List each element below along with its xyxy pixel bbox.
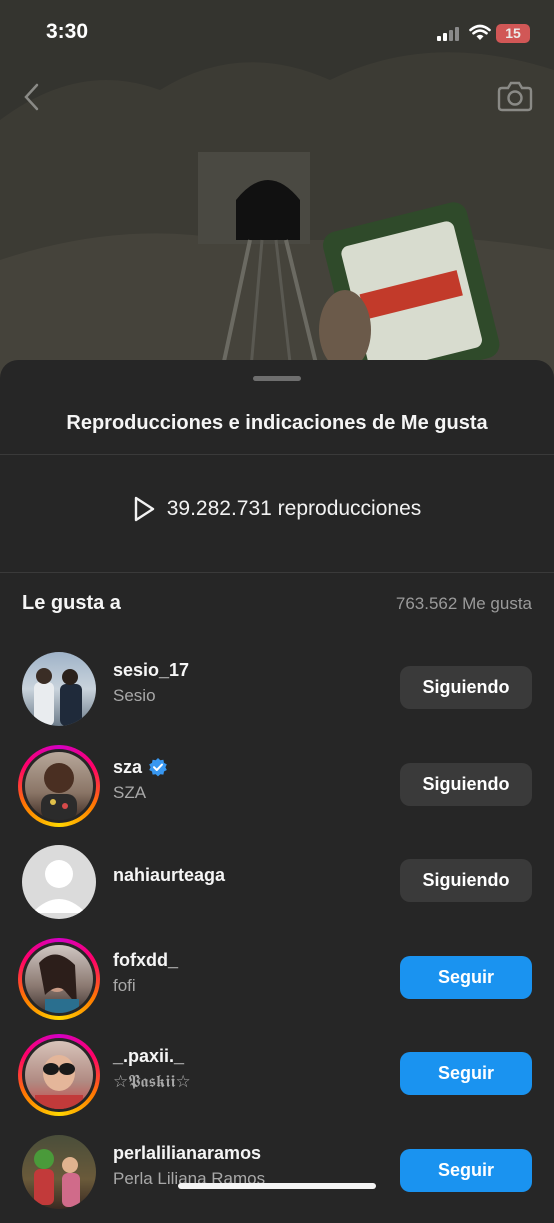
default-avatar-icon — [22, 845, 96, 919]
likes-sheet: Reproducciones e indicaciones de Me gust… — [0, 360, 554, 1200]
full-name: ☆𝕻𝖆𝖘𝖐𝖎𝖎☆ — [113, 1072, 191, 1092]
list-item[interactable]: perlalilianaramos Perla Liliana Ramos Se… — [0, 1127, 554, 1223]
liked-by-list: sesio_17 Sesio Siguiendo sza — [0, 644, 554, 1223]
back-chevron-icon[interactable] — [20, 82, 46, 112]
username[interactable]: nahiaurteaga — [113, 865, 225, 886]
username[interactable]: _.paxii._ — [113, 1046, 184, 1067]
following-button[interactable]: Siguiendo — [400, 859, 532, 902]
sheet-drag-handle[interactable] — [253, 376, 301, 381]
list-item[interactable]: fofxdd_ fofi Seguir — [0, 934, 554, 1031]
list-item[interactable]: sesio_17 Sesio Siguiendo — [0, 644, 554, 741]
avatar[interactable] — [18, 648, 100, 730]
avatar[interactable] — [18, 938, 100, 1020]
home-indicator[interactable] — [178, 1183, 376, 1189]
status-bar: 3:30 15 — [0, 0, 554, 70]
cellular-signal-icon — [437, 27, 461, 41]
username[interactable]: sesio_17 — [113, 660, 189, 681]
battery-indicator: 15 — [496, 24, 530, 43]
divider — [0, 454, 554, 455]
verified-badge-icon — [148, 757, 168, 777]
avatar[interactable] — [18, 745, 100, 827]
following-button[interactable]: Siguiendo — [400, 666, 532, 709]
username[interactable]: perlalilianaramos — [113, 1143, 261, 1164]
follow-button[interactable]: Seguir — [400, 1149, 532, 1192]
play-icon — [133, 496, 155, 522]
avatar[interactable] — [18, 1034, 100, 1116]
list-item[interactable]: sza SZA Siguiendo — [0, 741, 554, 838]
full-name: SZA — [113, 783, 146, 803]
status-time: 3:30 — [46, 20, 88, 44]
likes-header: Le gusta a 763.562 Me gusta — [22, 592, 532, 616]
username[interactable]: sza — [113, 757, 168, 778]
plays-count-row: 39.282.731 reproducciones — [0, 496, 554, 527]
full-name: Sesio — [113, 686, 156, 706]
divider — [0, 572, 554, 573]
wifi-icon — [469, 24, 491, 41]
avatar[interactable] — [18, 1131, 100, 1213]
avatar[interactable] — [18, 841, 100, 923]
camera-icon[interactable] — [496, 78, 534, 114]
following-button[interactable]: Siguiendo — [400, 763, 532, 806]
list-item[interactable]: nahiaurteaga Siguiendo — [0, 837, 554, 934]
sheet-title: Reproducciones e indicaciones de Me gust… — [0, 412, 554, 435]
follow-button[interactable]: Seguir — [400, 956, 532, 999]
plays-count: 39.282.731 reproducciones — [167, 497, 422, 521]
list-item[interactable]: _.paxii._ ☆𝕻𝖆𝖘𝖐𝖎𝖎☆ Seguir — [0, 1030, 554, 1127]
follow-button[interactable]: Seguir — [400, 1052, 532, 1095]
likes-count: 763.562 Me gusta — [396, 594, 532, 614]
full-name: fofi — [113, 976, 136, 996]
username[interactable]: fofxdd_ — [113, 950, 178, 971]
likes-header-title: Le gusta a — [22, 592, 121, 615]
